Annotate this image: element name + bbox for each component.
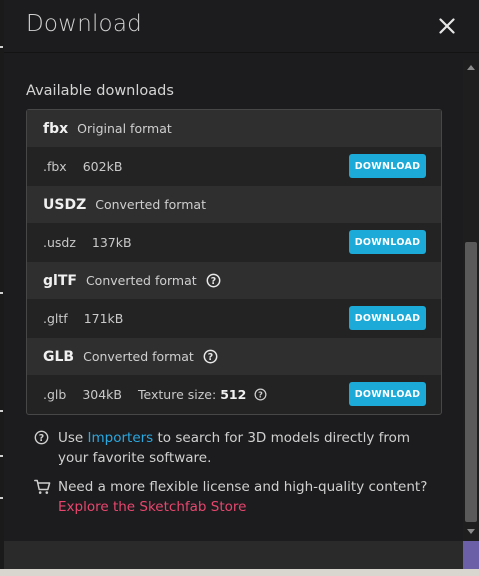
format-row: .usdz 137kB DOWNLOAD bbox=[27, 223, 441, 262]
store-text: Need a more flexible license and high-qu… bbox=[58, 479, 428, 495]
file-size: 137kB bbox=[91, 235, 132, 250]
svg-text:?: ? bbox=[39, 433, 44, 444]
modal-body: Available downloads fbx Original format … bbox=[4, 53, 463, 541]
format-header: glTF Converted format ? bbox=[27, 262, 441, 299]
help-icon: ? bbox=[34, 430, 49, 451]
background-page-bottom bbox=[0, 569, 479, 576]
svg-text:?: ? bbox=[208, 352, 213, 363]
format-row: .fbx 602kB DOWNLOAD bbox=[27, 147, 441, 186]
file-extension: .gltf bbox=[43, 311, 68, 326]
download-button-glb[interactable]: DOWNLOAD bbox=[349, 382, 426, 406]
importers-prefix: Use bbox=[58, 430, 88, 446]
background-mark bbox=[0, 410, 3, 412]
scrollbar-thumb[interactable] bbox=[465, 242, 477, 522]
background-mark bbox=[0, 455, 3, 457]
close-button[interactable] bbox=[434, 13, 460, 39]
background-mark bbox=[0, 292, 3, 294]
download-modal: Download Available downloads fbx Origina… bbox=[4, 0, 479, 541]
file-size: 602kB bbox=[82, 159, 123, 174]
help-icon[interactable]: ? bbox=[254, 388, 267, 401]
file-extension: .fbx bbox=[43, 159, 67, 174]
importers-link[interactable]: Importers bbox=[88, 430, 154, 446]
modal-scrollbar[interactable] bbox=[463, 60, 479, 541]
format-group-fbx: fbx Original format .fbx 602kB DOWNLOAD bbox=[27, 110, 441, 186]
download-button-fbx[interactable]: DOWNLOAD bbox=[349, 154, 426, 178]
modal-title: Download bbox=[26, 11, 142, 37]
format-row: .glb 304kB Texture size: 512 ? DOWNLOAD bbox=[27, 375, 441, 414]
format-group-usdz: USDZ Converted format .usdz 137kB DOWNLO… bbox=[27, 186, 441, 262]
format-name: fbx bbox=[43, 120, 69, 137]
modal-header: Download bbox=[4, 0, 479, 53]
format-name: USDZ bbox=[43, 196, 87, 213]
format-group-gltf: glTF Converted format ? .gltf 171kB DOWN… bbox=[27, 262, 441, 338]
background-mark bbox=[0, 497, 3, 499]
format-row: .gltf 171kB DOWNLOAD bbox=[27, 299, 441, 338]
download-button-gltf[interactable]: DOWNLOAD bbox=[349, 306, 426, 330]
downloads-list: fbx Original format .fbx 602kB DOWNLOAD … bbox=[26, 109, 442, 415]
format-header: GLB Converted format ? bbox=[27, 338, 441, 375]
file-size: 304kB bbox=[82, 387, 123, 402]
importers-text: Use Importers to search for 3D models di… bbox=[58, 428, 438, 468]
store-text-block: Need a more flexible license and high-qu… bbox=[58, 477, 438, 517]
scroll-up-arrow-icon[interactable] bbox=[467, 65, 475, 70]
format-group-glb: GLB Converted format ? .glb 304kB Textur… bbox=[27, 338, 441, 414]
sketchfab-store-link[interactable]: Explore the Sketchfab Store bbox=[58, 499, 246, 515]
help-icon[interactable]: ? bbox=[203, 349, 218, 364]
file-size: 171kB bbox=[83, 311, 124, 326]
format-kind: Original format bbox=[77, 121, 172, 136]
close-icon bbox=[439, 18, 455, 34]
cart-icon bbox=[34, 479, 51, 501]
format-kind: Converted format bbox=[85, 273, 197, 288]
svg-text:?: ? bbox=[258, 389, 263, 399]
format-name: GLB bbox=[43, 348, 75, 365]
format-kind: Converted format bbox=[95, 197, 206, 212]
file-extension: .usdz bbox=[43, 235, 76, 250]
file-extension: .glb bbox=[43, 387, 67, 402]
help-icon[interactable]: ? bbox=[206, 273, 221, 288]
background-accent bbox=[463, 541, 479, 569]
available-downloads-label: Available downloads bbox=[26, 83, 174, 99]
texture-size-label: Texture size: bbox=[138, 387, 217, 402]
scroll-down-arrow-icon[interactable] bbox=[467, 529, 475, 534]
format-header: fbx Original format bbox=[27, 110, 441, 147]
format-name: glTF bbox=[43, 272, 77, 289]
format-header: USDZ Converted format bbox=[27, 186, 441, 223]
download-button-usdz[interactable]: DOWNLOAD bbox=[349, 230, 426, 254]
format-kind: Converted format bbox=[83, 349, 194, 364]
svg-text:?: ? bbox=[210, 276, 215, 287]
texture-size-value: 512 bbox=[220, 387, 247, 402]
background-mark bbox=[0, 46, 3, 48]
